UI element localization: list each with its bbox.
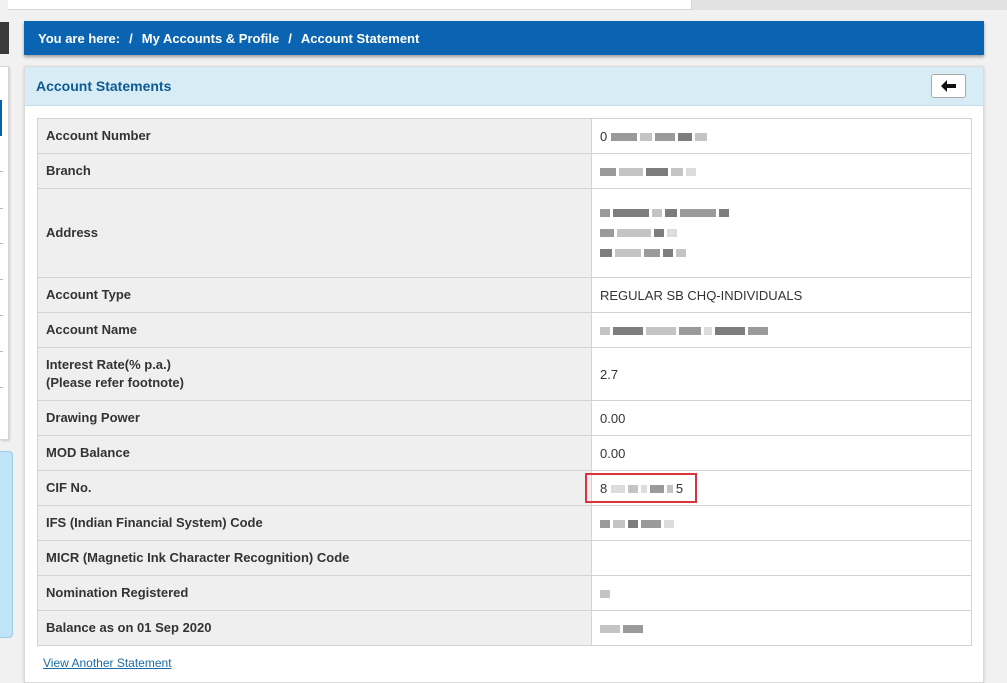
table-row: CIF No. 8 5: [37, 470, 972, 506]
sidebar-info-box: [0, 451, 13, 638]
interest-rate-label-line2: (Please refer footnote): [46, 375, 184, 390]
nomination-value: [591, 575, 972, 611]
sidebar-divider: [0, 351, 3, 352]
masked-value: [600, 203, 971, 223]
nomination-label: Nomination Registered: [37, 575, 592, 611]
account-statements-panel: Account Statements Account Number 0 Bran…: [24, 66, 984, 683]
page-title: Account Statements: [36, 78, 172, 94]
arrow-left-icon: [940, 80, 956, 92]
masked-value: [600, 223, 971, 243]
account-name-label: Account Name: [37, 312, 592, 348]
table-row: Account Type REGULAR SB CHQ-INDIVIDUALS: [37, 277, 972, 313]
drawing-power-label: Drawing Power: [37, 400, 592, 436]
account-number-visible: 0: [600, 128, 608, 144]
balance-value: [591, 610, 972, 646]
table-row: MICR (Magnetic Ink Character Recognition…: [37, 540, 972, 576]
table-row: Address: [37, 188, 972, 278]
account-number-label: Account Number: [37, 118, 592, 154]
masked-value: [610, 129, 710, 144]
cif-no-label: CIF No.: [37, 470, 592, 506]
table-row: Drawing Power 0.00: [37, 400, 972, 436]
table-row: Nomination Registered: [37, 575, 972, 611]
table-row: Balance as on 01 Sep 2020: [37, 610, 972, 646]
account-name-value: [591, 312, 972, 348]
sidebar-divider: [0, 208, 3, 209]
branch-label: Branch: [37, 153, 592, 189]
breadcrumb-account-statement: Account Statement: [300, 30, 420, 46]
breadcrumb-separator: /: [129, 30, 133, 46]
address-value: [591, 188, 972, 278]
account-type-label: Account Type: [37, 277, 592, 313]
account-type-value: REGULAR SB CHQ-INDIVIDUALS: [591, 277, 972, 313]
account-details-table: Account Number 0 Branch Address Account …: [37, 118, 972, 646]
masked-value: [610, 481, 676, 496]
table-row: Branch: [37, 153, 972, 189]
sidebar-divider: [0, 171, 3, 172]
table-row: MOD Balance 0.00: [37, 435, 972, 471]
breadcrumb-prefix: You are here:: [38, 30, 121, 46]
back-button[interactable]: [931, 74, 966, 98]
cif-no-prefix: 8: [600, 480, 608, 496]
breadcrumb: You are here: / My Accounts & Profile / …: [24, 21, 984, 55]
table-row: Account Number 0: [37, 118, 972, 154]
sidebar-divider: [0, 387, 3, 388]
balance-label: Balance as on 01 Sep 2020: [37, 610, 592, 646]
mod-balance-label: MOD Balance: [37, 435, 592, 471]
account-number-value: 0: [591, 118, 972, 154]
cif-no-value: 8 5: [591, 470, 972, 506]
table-row: IFS (Indian Financial System) Code: [37, 505, 972, 541]
masked-value: [600, 323, 771, 338]
sidebar-header: [0, 22, 9, 54]
view-another-statement-link[interactable]: View Another Statement: [43, 656, 172, 670]
sidebar-active-indicator[interactable]: [0, 100, 2, 136]
address-label: Address: [37, 188, 592, 278]
drawing-power-value: 0.00: [591, 400, 972, 436]
table-row: Interest Rate(% p.a.) (Please refer foot…: [37, 347, 972, 401]
top-search-field[interactable]: [8, 0, 692, 10]
sidebar-divider: [0, 279, 3, 280]
branch-value: [591, 153, 972, 189]
ifs-code-label: IFS (Indian Financial System) Code: [37, 505, 592, 541]
mod-balance-value: 0.00: [591, 435, 972, 471]
top-right-bar: [692, 0, 1007, 10]
sidebar-divider: [0, 243, 3, 244]
masked-value: [600, 621, 646, 636]
micr-code-value: [591, 540, 972, 576]
ifs-code-value: [591, 505, 972, 541]
cif-no-suffix: 5: [675, 480, 684, 496]
breadcrumb-my-accounts[interactable]: My Accounts & Profile: [142, 31, 279, 46]
panel-header: Account Statements: [25, 67, 983, 106]
masked-value: [600, 243, 971, 263]
masked-value: [600, 586, 613, 601]
sidebar-divider: [0, 315, 3, 316]
interest-rate-label-line1: Interest Rate(% p.a.): [46, 357, 171, 372]
interest-rate-label: Interest Rate(% p.a.) (Please refer foot…: [37, 347, 592, 401]
table-row: Account Name: [37, 312, 972, 348]
interest-rate-value: 2.7: [591, 347, 972, 401]
masked-value: [600, 516, 677, 531]
masked-value: [600, 164, 699, 179]
micr-code-label: MICR (Magnetic Ink Character Recognition…: [37, 540, 592, 576]
breadcrumb-separator: /: [288, 30, 292, 46]
